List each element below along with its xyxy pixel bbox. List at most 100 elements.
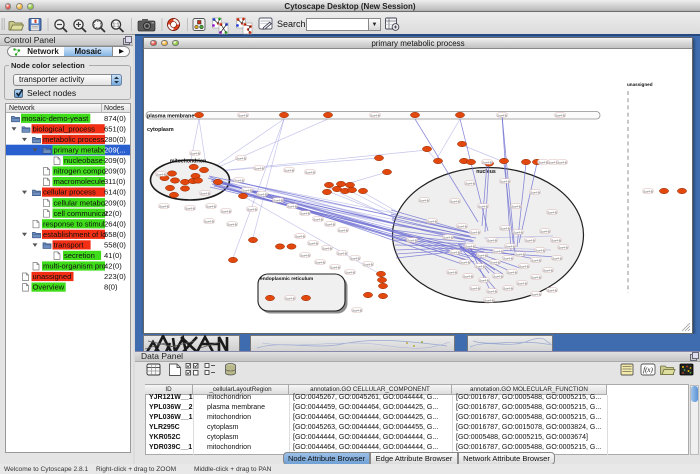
svg-text:metabolic process: metabolic process	[43, 135, 104, 144]
svg-text:Sce4-B: Sce4-B	[500, 226, 510, 230]
svg-text:209(0): 209(0)	[104, 198, 126, 207]
svg-text:Sce4-B: Sce4-B	[478, 204, 488, 208]
svg-text:Sce4-B: Sce4-B	[525, 238, 535, 242]
svg-text:Sce4-B: Sce4-B	[551, 238, 561, 242]
svg-text:Sce4-B: Sce4-B	[470, 230, 480, 234]
svg-text:Sce4-B: Sce4-B	[308, 241, 318, 245]
svg-text:42(0): 42(0)	[104, 262, 122, 271]
svg-text:Sce4-B: Sce4-B	[507, 270, 517, 274]
svg-text:mitochondrion: mitochondrion	[170, 159, 206, 165]
svg-text:1:1: 1:1	[113, 23, 120, 29]
svg-text:Sce4-B: Sce4-B	[273, 198, 283, 202]
svg-text:multi-organism pro: multi-organism pro	[43, 262, 106, 271]
svg-text:biological_process: biological_process	[33, 124, 96, 133]
svg-text:Sce4-B: Sce4-B	[450, 199, 460, 203]
svg-text:Sce4-B: Sce4-B	[538, 160, 548, 164]
svg-text:Sce4-B: Sce4-B	[555, 113, 565, 117]
svg-text:Sce4-B: Sce4-B	[234, 178, 244, 182]
svg-text:Sce4-B: Sce4-B	[511, 204, 521, 208]
svg-text:209(0): 209(0)	[104, 167, 126, 176]
svg-text:establishment of lo: establishment of lo	[43, 230, 106, 239]
svg-text:Sce4-B: Sce4-B	[315, 260, 325, 264]
svg-text:Sce4-B: Sce4-B	[517, 281, 527, 285]
svg-text:Sce4-B: Sce4-B	[227, 222, 237, 226]
svg-text:209(...: 209(...	[104, 146, 126, 155]
svg-text:Sce4-B: Sce4-B	[457, 224, 467, 228]
svg-text:Sce4-B: Sce4-B	[493, 249, 503, 253]
svg-text:Sce4-B: Sce4-B	[370, 113, 380, 117]
svg-text:Sce4-B: Sce4-B	[530, 190, 540, 194]
svg-text:Sce4-B: Sce4-B	[204, 219, 214, 223]
svg-text:Sce4-B: Sce4-B	[505, 244, 515, 248]
svg-text:Sce4-B: Sce4-B	[513, 230, 523, 234]
svg-text:cytoplasm: cytoplasm	[147, 127, 174, 133]
svg-text:Sce4-B: Sce4-B	[350, 256, 360, 260]
svg-text:874(0): 874(0)	[104, 114, 126, 123]
svg-text:280(0): 280(0)	[104, 135, 126, 144]
svg-text:Sce4-B: Sce4-B	[531, 292, 541, 296]
svg-text:nucleobase-: nucleobase-	[64, 156, 106, 165]
svg-text:unassigned: unassigned	[33, 272, 72, 281]
svg-text:Sce4-B: Sce4-B	[330, 265, 340, 269]
svg-text:22(0): 22(0)	[104, 209, 122, 218]
svg-text:f(x): f(x)	[643, 366, 653, 374]
svg-text:Sce4-B: Sce4-B	[540, 229, 550, 233]
svg-text:Sce4-B: Sce4-B	[300, 211, 310, 215]
svg-text:Sce4-B: Sce4-B	[322, 246, 332, 250]
svg-text:Sce4-B: Sce4-B	[200, 191, 210, 195]
svg-text:Sce4-B: Sce4-B	[547, 210, 557, 214]
svg-text:plasma membrane: plasma membrane	[147, 114, 194, 120]
svg-text:transport: transport	[54, 241, 85, 250]
svg-text:Sce4-B: Sce4-B	[257, 192, 267, 196]
svg-text:Sce4-B: Sce4-B	[300, 253, 310, 257]
svg-text:Sce4-B: Sce4-B	[247, 207, 257, 211]
svg-text:Sce4-B: Sce4-B	[242, 188, 252, 192]
svg-text:311(0): 311(0)	[104, 177, 126, 186]
svg-text:Sce4-B: Sce4-B	[479, 278, 489, 282]
svg-text:Sce4-B: Sce4-B	[221, 209, 231, 213]
svg-text:Sce4-B: Sce4-B	[543, 268, 553, 272]
svg-text:Sce4-B: Sce4-B	[156, 172, 166, 176]
svg-text:Sce4-B: Sce4-B	[497, 113, 507, 117]
svg-text:cellular metabo: cellular metabo	[54, 198, 106, 207]
svg-text:Sce4-B: Sce4-B	[465, 181, 475, 185]
svg-text:Sce4-B: Sce4-B	[407, 238, 417, 242]
svg-text:unassigned: unassigned	[627, 82, 653, 87]
svg-text:Sce4-B: Sce4-B	[477, 253, 487, 257]
svg-text:Sce4-B: Sce4-B	[531, 258, 541, 262]
svg-text:Sce4-B: Sce4-B	[185, 206, 195, 210]
svg-text:Sce4-B: Sce4-B	[159, 204, 169, 208]
svg-text:Sce4-B: Sce4-B	[190, 151, 200, 155]
svg-text:Sce4-B: Sce4-B	[465, 244, 475, 248]
svg-text:primary metabo: primary metabo	[54, 146, 107, 155]
svg-text:cellular process: cellular process	[43, 188, 96, 197]
svg-text:Sce4-B: Sce4-B	[519, 264, 529, 268]
svg-text:Sce4-B: Sce4-B	[482, 160, 492, 164]
svg-text:Sce4-B: Sce4-B	[558, 245, 568, 249]
svg-text:Sce4-B: Sce4-B	[363, 262, 373, 266]
svg-text:Sce4-B: Sce4-B	[443, 235, 453, 239]
svg-text:macromolecule: macromolecule	[54, 177, 106, 186]
svg-text:Sce4-B: Sce4-B	[475, 264, 485, 268]
svg-text:Sce4-B: Sce4-B	[284, 168, 294, 172]
svg-text:Sce4-B: Sce4-B	[287, 204, 297, 208]
svg-text:Sce4-B: Sce4-B	[460, 260, 470, 264]
svg-text:Sce4-B: Sce4-B	[503, 286, 513, 290]
svg-text:response to stimul: response to stimul	[43, 219, 105, 228]
svg-text:Sce4-B: Sce4-B	[531, 275, 541, 279]
svg-text:Sce4-B: Sce4-B	[515, 252, 525, 256]
svg-text:secretion: secretion	[64, 251, 95, 260]
svg-text:endoplasmic reticulum: endoplasmic reticulum	[260, 276, 314, 282]
svg-text:264(0): 264(0)	[104, 219, 126, 228]
svg-text:Sce4-B: Sce4-B	[547, 288, 557, 292]
svg-text:Sce4-B: Sce4-B	[643, 189, 653, 193]
svg-text:Sce4-B: Sce4-B	[419, 198, 429, 202]
svg-text:Sce4-B: Sce4-B	[463, 274, 473, 278]
svg-text:558(0): 558(0)	[104, 241, 126, 250]
svg-text:Sce4-B: Sce4-B	[352, 308, 362, 312]
svg-text:651(0): 651(0)	[104, 124, 126, 133]
svg-text:223(0): 223(0)	[104, 272, 126, 281]
svg-text:Sce4-B: Sce4-B	[447, 270, 457, 274]
svg-text:Overview: Overview	[33, 283, 65, 292]
svg-text:Sce4-B: Sce4-B	[285, 296, 295, 300]
